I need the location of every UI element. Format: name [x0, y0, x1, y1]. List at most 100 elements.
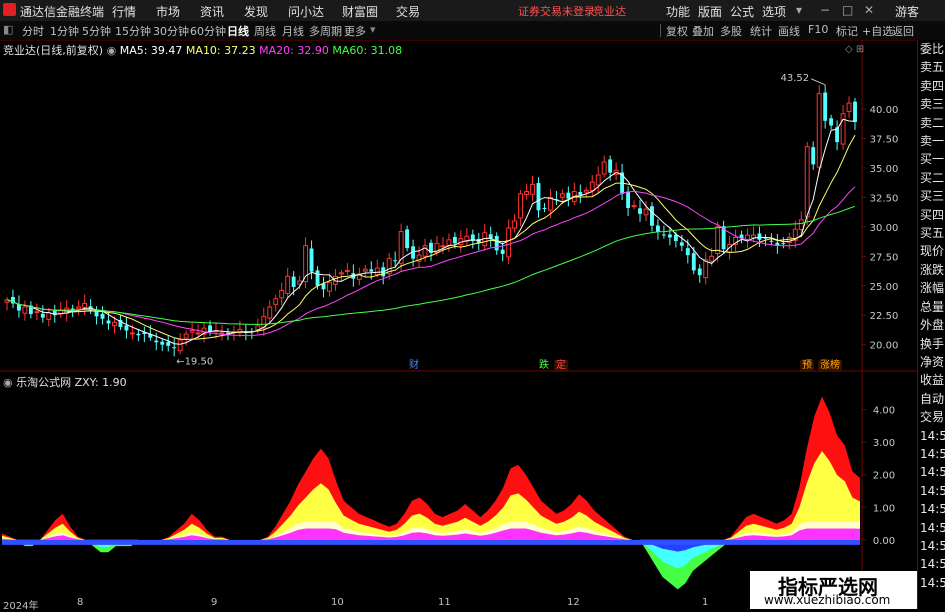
quote-side-panel[interactable]: 委比 卖五 卖四 卖三 卖二 卖一 买一 买二 买三 买四 买五 现价 涨跌 涨幅 总量 外盘 换手 净资 收益 自动…: [917, 40, 945, 609]
menu-bar: 通达信金融终端 行情 市场 资讯 发现 问小达 财富圈 交易 证券交易未登录 竞…: [0, 0, 945, 22]
candle-body: [208, 325, 212, 332]
side-panel-label[interactable]: 14:56: [918, 482, 945, 500]
chart-header: 竞业达(日线,前复权) ◉ MA5: 39.47 MA10: 37.23 MA2…: [3, 42, 402, 58]
menu-item-market[interactable]: 市场: [156, 3, 180, 20]
panel-toggle-icon[interactable]: ◧: [3, 23, 13, 36]
period-weekly[interactable]: 周线: [254, 23, 276, 39]
indicator-settings-icon[interactable]: ◉: [3, 376, 13, 389]
candle-body: [667, 234, 672, 238]
event-tag-drop[interactable]: 跌: [537, 360, 551, 372]
menu-item-news[interactable]: 资讯: [200, 3, 224, 20]
side-panel-label[interactable]: 14:56: [918, 427, 945, 445]
candle-body: [781, 243, 786, 245]
indicator-chart[interactable]: 4.00 3.00 2.00 1.00 0.00: [0, 372, 917, 598]
candle-body: [393, 260, 398, 262]
side-panel-label[interactable]: 买一: [918, 150, 945, 168]
tool-f10[interactable]: F10: [808, 23, 828, 36]
candle-body: [309, 248, 314, 272]
candle-body: [679, 242, 684, 246]
side-panel-label[interactable]: 换手: [918, 335, 945, 353]
side-panel-label[interactable]: 自动: [918, 390, 945, 408]
candle-body: [703, 259, 709, 279]
candle-body: [685, 248, 690, 256]
period-intraday[interactable]: 分时: [22, 23, 44, 39]
login-notice[interactable]: 证券交易未登录: [518, 3, 595, 19]
minimize-icon[interactable]: ▾: [796, 3, 802, 17]
tool-overlay[interactable]: 叠加: [692, 23, 714, 39]
side-panel-label[interactable]: 涨幅: [918, 279, 945, 297]
candle-body: [338, 272, 344, 275]
side-panel-label[interactable]: 14:56: [918, 519, 945, 537]
y-tick-label: 0.00: [873, 536, 895, 547]
menu-item-discover[interactable]: 发现: [244, 3, 268, 20]
dropdown-arrow-icon[interactable]: ▾: [370, 23, 376, 36]
side-panel-label[interactable]: 14:56: [918, 555, 945, 573]
side-panel-label[interactable]: 买三: [918, 187, 945, 205]
guest-label[interactable]: 游客: [895, 3, 919, 20]
side-panel-label[interactable]: 卖二: [918, 114, 945, 132]
menu-item-formula[interactable]: 公式: [730, 3, 754, 20]
period-60min[interactable]: 60分钟: [190, 23, 226, 39]
ma5-label: MA5: 39.47: [119, 44, 183, 57]
side-panel-label[interactable]: 收益: [918, 371, 945, 389]
window-min-icon[interactable]: −: [820, 3, 830, 17]
settings-icon[interactable]: ◉: [107, 44, 117, 57]
menu-item-layout[interactable]: 版面: [698, 3, 722, 20]
close-icon[interactable]: ✕: [864, 3, 874, 17]
event-tag-fixed[interactable]: 定: [554, 360, 568, 372]
menu-item-wealth[interactable]: 财富圈: [342, 3, 378, 20]
period-multi[interactable]: 多周期: [309, 23, 342, 39]
menu-item-options[interactable]: 选项: [762, 3, 786, 20]
candle-body: [595, 174, 601, 186]
event-tag-finance[interactable]: 财: [407, 360, 421, 372]
period-monthly[interactable]: 月线: [282, 23, 304, 39]
side-panel-label[interactable]: 交易: [918, 408, 945, 426]
tool-draw[interactable]: 画线: [778, 23, 800, 39]
x-label: 2024年: [3, 601, 39, 612]
side-panel-label[interactable]: 14:56: [918, 574, 945, 592]
y-tick-label: 20.00: [870, 341, 899, 352]
side-panel-label[interactable]: 14:56: [918, 463, 945, 481]
menu-item-quote[interactable]: 行情: [112, 3, 136, 20]
tool-mark[interactable]: 标记: [836, 23, 858, 39]
side-panel-label[interactable]: 14:56: [918, 500, 945, 518]
side-panel-label[interactable]: 净资: [918, 353, 945, 371]
period-5min[interactable]: 5分钟: [82, 23, 111, 39]
period-1min[interactable]: 1分钟: [50, 23, 79, 39]
side-panel-label[interactable]: 买五: [918, 224, 945, 242]
event-tag-rank[interactable]: 涨榜: [818, 360, 842, 372]
side-panel-label[interactable]: 卖三: [918, 95, 945, 113]
tool-adjust[interactable]: 复权: [666, 23, 688, 39]
side-panel-label[interactable]: 14:56: [918, 445, 945, 463]
candle-body: [405, 229, 410, 249]
candlestick-chart[interactable]: 40.00 37.50 35.00 32.50 30.00 27.50 25.00 22.50…: [0, 40, 917, 372]
tool-add-watchlist[interactable]: +自选: [862, 23, 893, 39]
side-panel-label[interactable]: 14:56: [918, 537, 945, 555]
period-15min[interactable]: 15分钟: [115, 23, 151, 39]
side-panel-label[interactable]: 总量: [918, 298, 945, 316]
side-panel-label[interactable]: 卖一: [918, 132, 945, 150]
chart-option-icons[interactable]: ◇ ⊞: [845, 44, 864, 55]
maximize-icon[interactable]: □: [842, 3, 853, 17]
period-30min[interactable]: 30分钟: [153, 23, 189, 39]
candle-body: [829, 118, 834, 126]
side-panel-label[interactable]: 涨跌: [918, 261, 945, 279]
side-panel-label[interactable]: 买四: [918, 206, 945, 224]
side-panel-label[interactable]: 外盘: [918, 316, 945, 334]
period-more[interactable]: 更多: [344, 23, 366, 39]
event-tag-forecast[interactable]: 预: [800, 360, 814, 372]
tool-multi-stock[interactable]: 多股: [720, 23, 742, 39]
menu-item-trade[interactable]: 交易: [396, 3, 420, 20]
menu-item-ask[interactable]: 问小达: [288, 3, 324, 20]
side-panel-label[interactable]: 现价: [918, 242, 945, 260]
side-panel-label[interactable]: 卖五: [918, 58, 945, 76]
tool-stats[interactable]: 统计: [750, 23, 772, 39]
side-panel-label[interactable]: 委比: [918, 40, 945, 58]
side-panel-label[interactable]: 买二: [918, 169, 945, 187]
side-panel-label[interactable]: 卖四: [918, 77, 945, 95]
candle-body: [40, 313, 45, 318]
period-daily[interactable]: 日线: [227, 23, 249, 39]
tool-back[interactable]: 返回: [892, 23, 914, 39]
menu-item-function[interactable]: 功能: [666, 3, 690, 20]
candle-body: [715, 226, 721, 255]
